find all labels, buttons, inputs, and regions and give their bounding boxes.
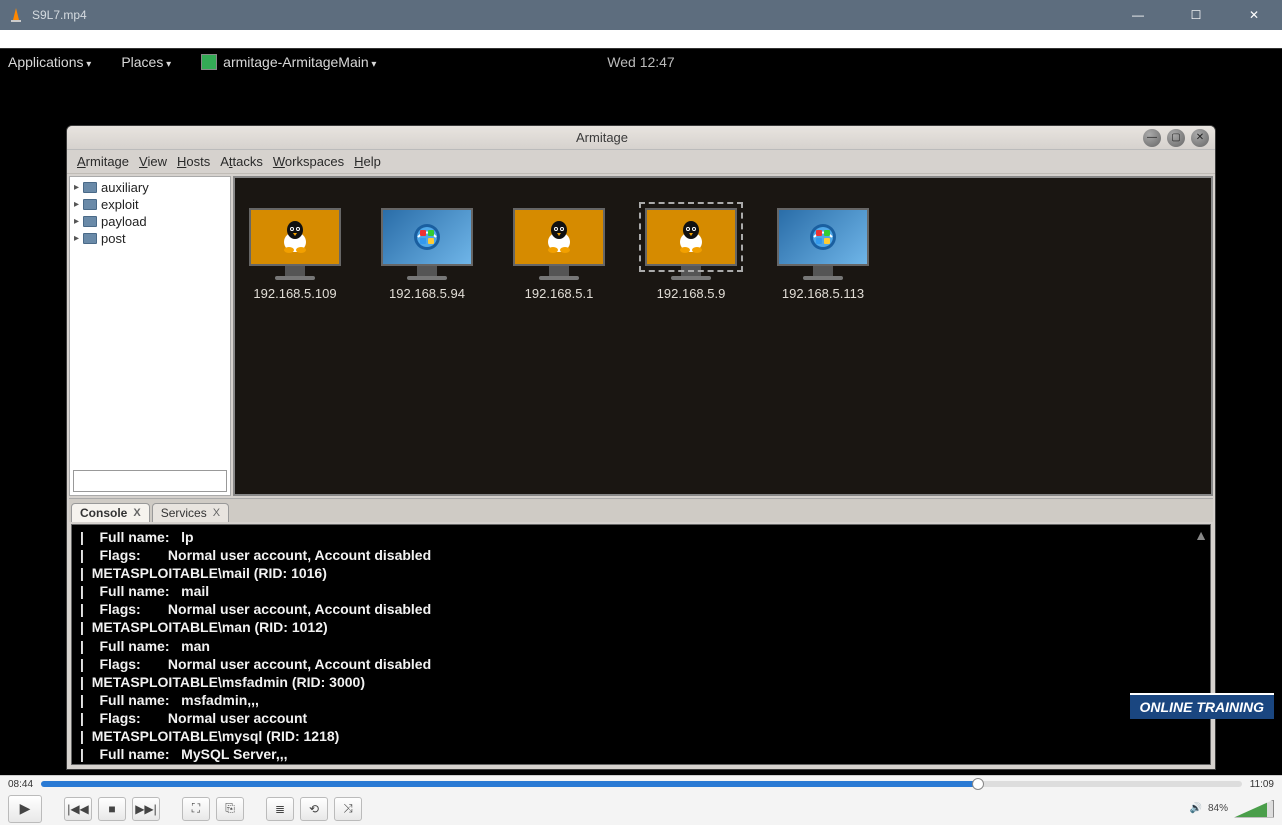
- host-192-168-5-109[interactable]: 192.168.5.109: [249, 208, 341, 301]
- window-close-button[interactable]: ✕: [1191, 129, 1209, 147]
- host-ip-label: 192.168.5.113: [782, 286, 864, 301]
- host-ip-label: 192.168.5.1: [525, 286, 594, 301]
- applications-menu[interactable]: Applications: [8, 54, 91, 70]
- timeline[interactable]: 08:44 11:09: [0, 776, 1282, 792]
- folder-icon: [83, 216, 97, 227]
- places-menu[interactable]: Places: [121, 54, 171, 70]
- window-maximize-button[interactable]: ▢: [1167, 129, 1185, 147]
- tab-label: Services: [161, 506, 207, 520]
- speaker-icon[interactable]: 🔊: [1190, 803, 1202, 814]
- linux-monitor-icon: [513, 208, 605, 266]
- vlc-window-title: S9L7.mp4: [32, 8, 1118, 22]
- ext-settings-button[interactable]: ⎘: [216, 797, 244, 821]
- gnome-top-bar: Applications Places armitage-ArmitageMai…: [0, 48, 1282, 75]
- armitage-task-icon: [201, 54, 217, 70]
- maximize-button[interactable]: ☐: [1176, 0, 1216, 30]
- menu-view[interactable]: View: [135, 152, 171, 171]
- module-tree[interactable]: auxiliary exploit payload post: [70, 177, 230, 467]
- taskbar-item-armitage[interactable]: armitage-ArmitageMain: [201, 54, 376, 70]
- watermark-text: PrepAway CompTIA SY0-501 Training Course…: [0, 75, 1282, 93]
- windows-monitor-icon: [381, 208, 473, 266]
- console-output[interactable]: ▲| Full name: lp | Flags: Normal user ac…: [71, 524, 1211, 765]
- loop-button[interactable]: ⟲: [300, 797, 328, 821]
- host-192-168-5-1[interactable]: 192.168.5.1: [513, 208, 605, 301]
- armitage-titlebar[interactable]: Armitage — ▢ ✕: [67, 126, 1215, 150]
- volume-control[interactable]: 🔊 84%: [1190, 800, 1274, 818]
- menu-help[interactable]: Help: [350, 152, 385, 171]
- menu-armitage[interactable]: Armitage: [73, 152, 133, 171]
- vlc-controls: 08:44 11:09 ▶ |◀◀ ■ ▶▶| ⛶ ⎘ ≣ ⟲ ⤨ 🔊 84%: [0, 775, 1282, 825]
- folder-icon: [83, 199, 97, 210]
- folder-icon: [83, 233, 97, 244]
- seek-knob[interactable]: [972, 778, 984, 790]
- host-192-168-5-94[interactable]: 192.168.5.94: [381, 208, 473, 301]
- armitage-menubar: Armitage View Hosts Attacks Workspaces H…: [67, 150, 1215, 174]
- tab-label: Console: [80, 506, 127, 520]
- tab-console[interactable]: Console X: [71, 503, 150, 522]
- playlist-button[interactable]: ≣: [266, 797, 294, 821]
- host-ip-label: 192.168.5.109: [253, 286, 336, 301]
- tree-item-exploit[interactable]: exploit: [74, 196, 226, 213]
- online-training-badge: ONLINE TRAINING: [1130, 693, 1274, 719]
- stop-button[interactable]: ■: [98, 797, 126, 821]
- hosts-panel[interactable]: 192.168.5.109 192.168.5.94 192.168.5.1 192.…: [233, 176, 1213, 496]
- bottom-tabs: Console X Services X: [69, 498, 1213, 522]
- host-192-168-5-9[interactable]: 192.168.5.9: [645, 208, 737, 301]
- linux-monitor-icon: [645, 208, 737, 266]
- video-frame: Applications Places armitage-ArmitageMai…: [0, 30, 1282, 775]
- volume-slider[interactable]: [1234, 800, 1274, 818]
- close-button[interactable]: ✕: [1234, 0, 1274, 30]
- folder-icon: [83, 182, 97, 193]
- armitage-window-title: Armitage: [67, 130, 1137, 145]
- host-ip-label: 192.168.5.9: [657, 286, 726, 301]
- time-elapsed: 08:44: [8, 779, 33, 790]
- tree-item-post[interactable]: post: [74, 230, 226, 247]
- armitage-window: Armitage — ▢ ✕ Armitage View Hosts Attac…: [66, 125, 1216, 770]
- tree-item-auxiliary[interactable]: auxiliary: [74, 179, 226, 196]
- minimize-button[interactable]: —: [1118, 0, 1158, 30]
- volume-percent: 84%: [1208, 803, 1228, 814]
- clock: Wed 12:47: [607, 54, 674, 70]
- taskbar-label: armitage-ArmitageMain: [223, 54, 376, 70]
- time-total: 11:09: [1250, 779, 1274, 790]
- prev-button[interactable]: |◀◀: [64, 797, 92, 821]
- menu-attacks[interactable]: Attacks: [216, 152, 267, 171]
- host-192-168-5-113[interactable]: 192.168.5.113: [777, 208, 869, 301]
- tab-services[interactable]: Services X: [152, 503, 229, 522]
- windows-monitor-icon: [777, 208, 869, 266]
- window-minimize-button[interactable]: —: [1143, 129, 1161, 147]
- tree-item-label: auxiliary: [101, 180, 149, 195]
- tab-close-icon[interactable]: X: [213, 507, 220, 519]
- tree-item-label: exploit: [101, 197, 139, 212]
- scroll-up-icon[interactable]: ▲: [1194, 527, 1208, 543]
- next-button[interactable]: ▶▶|: [132, 797, 160, 821]
- tab-close-icon[interactable]: X: [133, 507, 140, 519]
- fullscreen-button[interactable]: ⛶: [182, 797, 210, 821]
- tree-item-label: payload: [101, 214, 147, 229]
- vlc-titlebar: S9L7.mp4 — ☐ ✕: [0, 0, 1282, 30]
- module-search-input[interactable]: [73, 470, 227, 492]
- seek-track[interactable]: [41, 781, 1242, 787]
- tree-item-payload[interactable]: payload: [74, 213, 226, 230]
- module-tree-panel: auxiliary exploit payload post: [69, 176, 231, 496]
- play-button[interactable]: ▶: [8, 795, 42, 823]
- menu-hosts[interactable]: Hosts: [173, 152, 214, 171]
- shuffle-button[interactable]: ⤨: [334, 797, 362, 821]
- menu-workspaces[interactable]: Workspaces: [269, 152, 348, 171]
- tree-item-label: post: [101, 231, 126, 246]
- vlc-icon: [8, 7, 24, 23]
- linux-monitor-icon: [249, 208, 341, 266]
- host-ip-label: 192.168.5.94: [389, 286, 465, 301]
